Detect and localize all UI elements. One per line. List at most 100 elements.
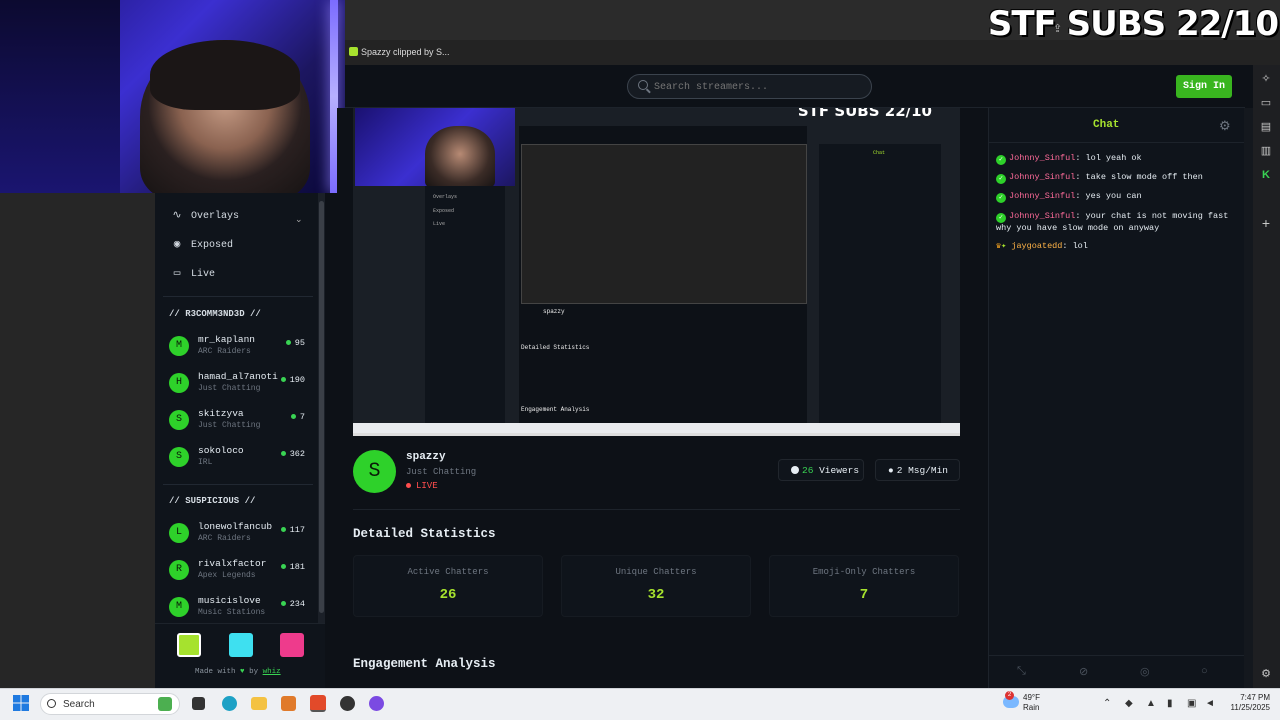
nav-item-overlays[interactable]: ∿ Overlays: [169, 208, 239, 222]
windows-start-icon[interactable]: [13, 695, 31, 713]
brave-icon[interactable]: [310, 695, 326, 712]
author-link[interactable]: whiz: [263, 668, 281, 676]
browser-sidebar: ✧ ▭ ▤ ▥ K + ⚙: [1253, 65, 1280, 688]
nav-item-live[interactable]: ▭ Live: [169, 266, 215, 280]
streamer-name: rivalxfactor: [198, 558, 267, 569]
chat-username[interactable]: Johnny_Sinful: [1009, 191, 1075, 201]
viewers-icon: [791, 466, 799, 474]
sidebar-tv-icon[interactable]: ▭: [1260, 97, 1272, 109]
section-title: // SU5PICIOUS //: [169, 496, 256, 506]
heart-icon: ♥: [240, 668, 245, 676]
engagement-title: Engagement Analysis: [353, 657, 496, 671]
stat-value: 26: [439, 587, 457, 603]
streamer-item[interactable]: S sokoloco IRL 362: [169, 445, 319, 481]
clock-time: 7:47 PM: [1240, 693, 1270, 702]
streamer-category: Just Chatting: [406, 467, 477, 477]
sign-in-button[interactable]: Sign In: [1176, 75, 1232, 98]
theme-swatch-cyan[interactable]: [229, 633, 253, 657]
avatar: S: [169, 447, 189, 467]
task-view-icon[interactable]: [192, 697, 205, 710]
stream-preview[interactable]: STF SUBS 22/10 Overlays Exposed Live spa…: [353, 108, 960, 436]
chat-message: ✓ Johnny_Sinful: yes you can: [996, 191, 1238, 203]
sidebar-settings-icon[interactable]: ⚙: [1260, 668, 1272, 680]
live-dot-icon: [280, 527, 286, 533]
avatar: L: [169, 523, 189, 543]
streamer-name: spazzy: [406, 451, 446, 463]
tray-security-icon[interactable]: ▲: [1146, 698, 1156, 709]
minimize-icon[interactable]: ⤡: [1017, 665, 1026, 678]
chat-text: lol yeah ok: [1085, 153, 1142, 163]
weather-alert-badge: 2: [1005, 691, 1014, 700]
chat-username[interactable]: Johnny_Sinful: [1009, 153, 1075, 163]
streamer-item[interactable]: L lonewolfancub ARC Raiders 117: [169, 521, 319, 557]
chat-username[interactable]: jaygoatedd: [1011, 241, 1062, 251]
sidebar-scrollbar[interactable]: [318, 193, 325, 623]
chat-username[interactable]: Johnny_Sinful: [1009, 172, 1075, 182]
tray-app-icon[interactable]: ◆: [1125, 698, 1133, 709]
tray-overflow-icon[interactable]: ⌃: [1103, 698, 1111, 709]
chat-settings-icon[interactable]: ⚙: [1219, 118, 1231, 134]
chat-text: lol: [1072, 241, 1088, 251]
streamer-name: skitzyva: [198, 408, 244, 419]
streamer-item[interactable]: M mr_kaplann ARC Raiders 95: [169, 334, 319, 370]
live-dot-icon: [406, 483, 411, 489]
taskbar-clock[interactable]: 7:47 PM 11/25/2025: [1226, 693, 1270, 713]
nav-label: Live: [191, 269, 216, 280]
weather-widget[interactable]: 2 49°F Rain: [1003, 691, 1040, 713]
emote-icon[interactable]: ○: [1201, 665, 1208, 677]
search-box[interactable]: [627, 74, 872, 99]
eye-icon: ◉: [173, 239, 181, 251]
live-dot-icon: [280, 377, 286, 383]
streamer-name: mr_kaplann: [198, 334, 256, 345]
search-input[interactable]: [654, 80, 864, 94]
app-icon[interactable]: [281, 696, 296, 711]
sidebar-kick-icon[interactable]: K: [1260, 169, 1272, 181]
volume-icon[interactable]: ◄: [1205, 698, 1215, 709]
msg-rate-pill: ● 2 Msg/Min: [875, 459, 960, 481]
tv-icon: ▭: [173, 268, 181, 280]
tab-title: Spazzy clipped by S...: [361, 47, 450, 57]
sidebar-book-icon[interactable]: ▥: [1260, 145, 1272, 157]
divider: [163, 296, 313, 297]
file-explorer-icon[interactable]: [251, 697, 267, 710]
taskbar-widget-icon[interactable]: [158, 697, 172, 711]
streamer-category: IRL: [198, 458, 213, 467]
viewers-pill: 26 Viewers: [778, 459, 864, 481]
avatar: H: [169, 373, 189, 393]
hide-icon[interactable]: ⊘: [1079, 665, 1088, 678]
streamer-name: hamad_al7anoti: [198, 371, 278, 382]
chat-username[interactable]: Johnny_Sinful: [1009, 211, 1075, 221]
filter-icon[interactable]: ◎: [1140, 665, 1150, 678]
sidebar-add-icon[interactable]: +: [1260, 216, 1272, 230]
live-dot-icon: [290, 414, 296, 420]
streamer-item[interactable]: S skitzyva Just Chatting 7: [169, 408, 319, 444]
live-status: LIVE: [406, 481, 438, 491]
sidebar-calendar-icon[interactable]: ▤: [1260, 121, 1272, 133]
viewer-count: 362: [280, 449, 305, 459]
streamer-item[interactable]: H hamad_al7anoti Just Chatting 190: [169, 371, 319, 407]
chevron-down-icon[interactable]: ⌄: [295, 214, 303, 225]
section-title: // R3COMM3ND3D //: [169, 309, 261, 319]
streamer-item[interactable]: R rivalxfactor Apex Legends 181: [169, 558, 319, 594]
chat-scrollbar[interactable]: [1244, 108, 1253, 688]
network-icon[interactable]: ▣: [1187, 698, 1196, 709]
discord-icon[interactable]: [369, 696, 384, 711]
sidebar-copilot-icon[interactable]: ✧: [1260, 73, 1272, 85]
weather-desc: Rain: [1023, 703, 1040, 712]
streamer-category: Just Chatting: [198, 421, 261, 430]
chat-message: ✓ Johnny_Sinful: take slow mode off then: [996, 172, 1238, 184]
live-dot-icon: [280, 451, 286, 457]
viewer-count: 181: [280, 562, 305, 572]
webcam-overlay: [0, 0, 345, 193]
viewer-count: 117: [280, 525, 305, 535]
stat-card: Active Chatters 26: [353, 555, 543, 617]
chat-message: ♛✦ jaygoatedd: lol: [996, 241, 1088, 251]
microphone-icon[interactable]: ▮: [1167, 698, 1173, 709]
divider: [353, 509, 960, 510]
edge-icon[interactable]: [222, 696, 237, 711]
obs-icon[interactable]: [340, 696, 355, 711]
theme-swatch-pink[interactable]: [280, 633, 304, 657]
theme-swatch-green[interactable]: [177, 633, 201, 657]
browser-tab[interactable]: Spazzy clipped by S...: [345, 40, 1280, 65]
nav-item-exposed[interactable]: ◉ Exposed: [169, 237, 233, 251]
